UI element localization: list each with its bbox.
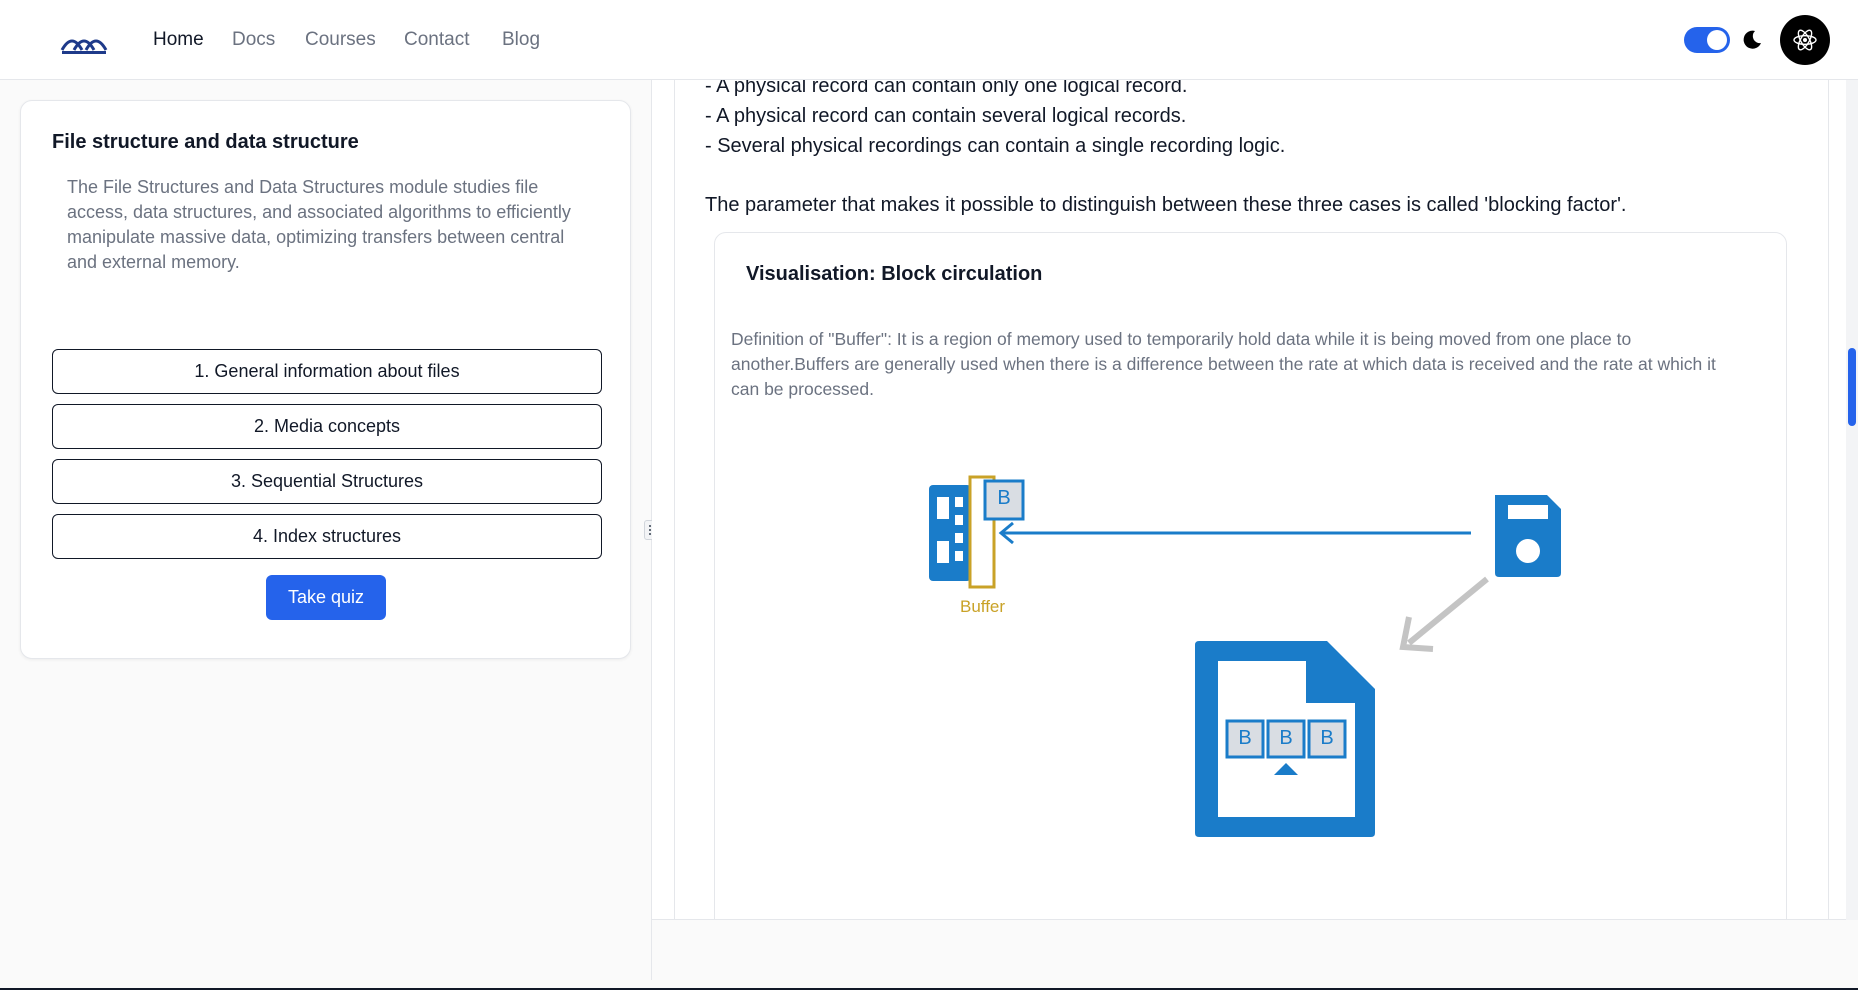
- bullet-item: - A physical record can contain several …: [705, 105, 1187, 127]
- take-quiz-button[interactable]: Take quiz: [266, 575, 386, 620]
- react-logo-button[interactable]: [1780, 15, 1830, 65]
- visualisation-card: Visualisation: Block circulation Definit…: [714, 232, 1787, 919]
- moon-icon: [1743, 30, 1761, 49]
- content-scrollbar[interactable]: [1846, 80, 1858, 920]
- floppy-disk-icon: [1495, 495, 1561, 577]
- bullet-item: - Several physical recordings can contai…: [705, 135, 1286, 157]
- course-card: File structure and data structure The Fi…: [20, 100, 631, 659]
- chapter-4-button[interactable]: 4. Index structures: [52, 514, 602, 559]
- nav-docs[interactable]: Docs: [232, 28, 275, 52]
- lesson-content: - A physical record can contain only one…: [652, 80, 1858, 920]
- buffer-label: Buffer: [960, 597, 1006, 616]
- save-arrow: [1407, 576, 1489, 646]
- bullet-item: - A physical record can contain only one…: [705, 80, 1188, 97]
- file-block-label: B: [1320, 727, 1334, 749]
- chapter-1-button[interactable]: 1. General information about files: [52, 349, 602, 394]
- visualisation-title: Visualisation: Block circulation: [746, 263, 1043, 285]
- top-navbar: Home Docs Courses Contact Blog: [0, 0, 1858, 80]
- chapter-2-button[interactable]: 2. Media concepts: [52, 404, 602, 449]
- nav-courses[interactable]: Courses: [305, 28, 376, 52]
- blocking-factor-paragraph: The parameter that makes it possible to …: [705, 194, 1627, 216]
- nav-home[interactable]: Home: [153, 28, 204, 52]
- memory-icon: [929, 485, 971, 581]
- site-logo[interactable]: [60, 28, 108, 56]
- file-block-label: B: [1238, 727, 1252, 749]
- chapter-3-button[interactable]: 3. Sequential Structures: [52, 459, 602, 504]
- course-title: File structure and data structure: [52, 131, 359, 153]
- toggle-knob: [1707, 30, 1727, 50]
- buffer-definition: Definition of "Buffer": It is a region o…: [731, 329, 1716, 399]
- content-scrollbar-thumb[interactable]: [1848, 348, 1856, 426]
- nav-blog[interactable]: Blog: [502, 28, 540, 52]
- nav-contact[interactable]: Contact: [404, 28, 469, 52]
- theme-toggle[interactable]: [1684, 27, 1730, 53]
- file-block-label: B: [1279, 727, 1293, 749]
- react-icon: [1793, 29, 1817, 51]
- course-description: The File Structures and Data Structures …: [67, 177, 571, 272]
- moving-block-label: B: [997, 487, 1011, 509]
